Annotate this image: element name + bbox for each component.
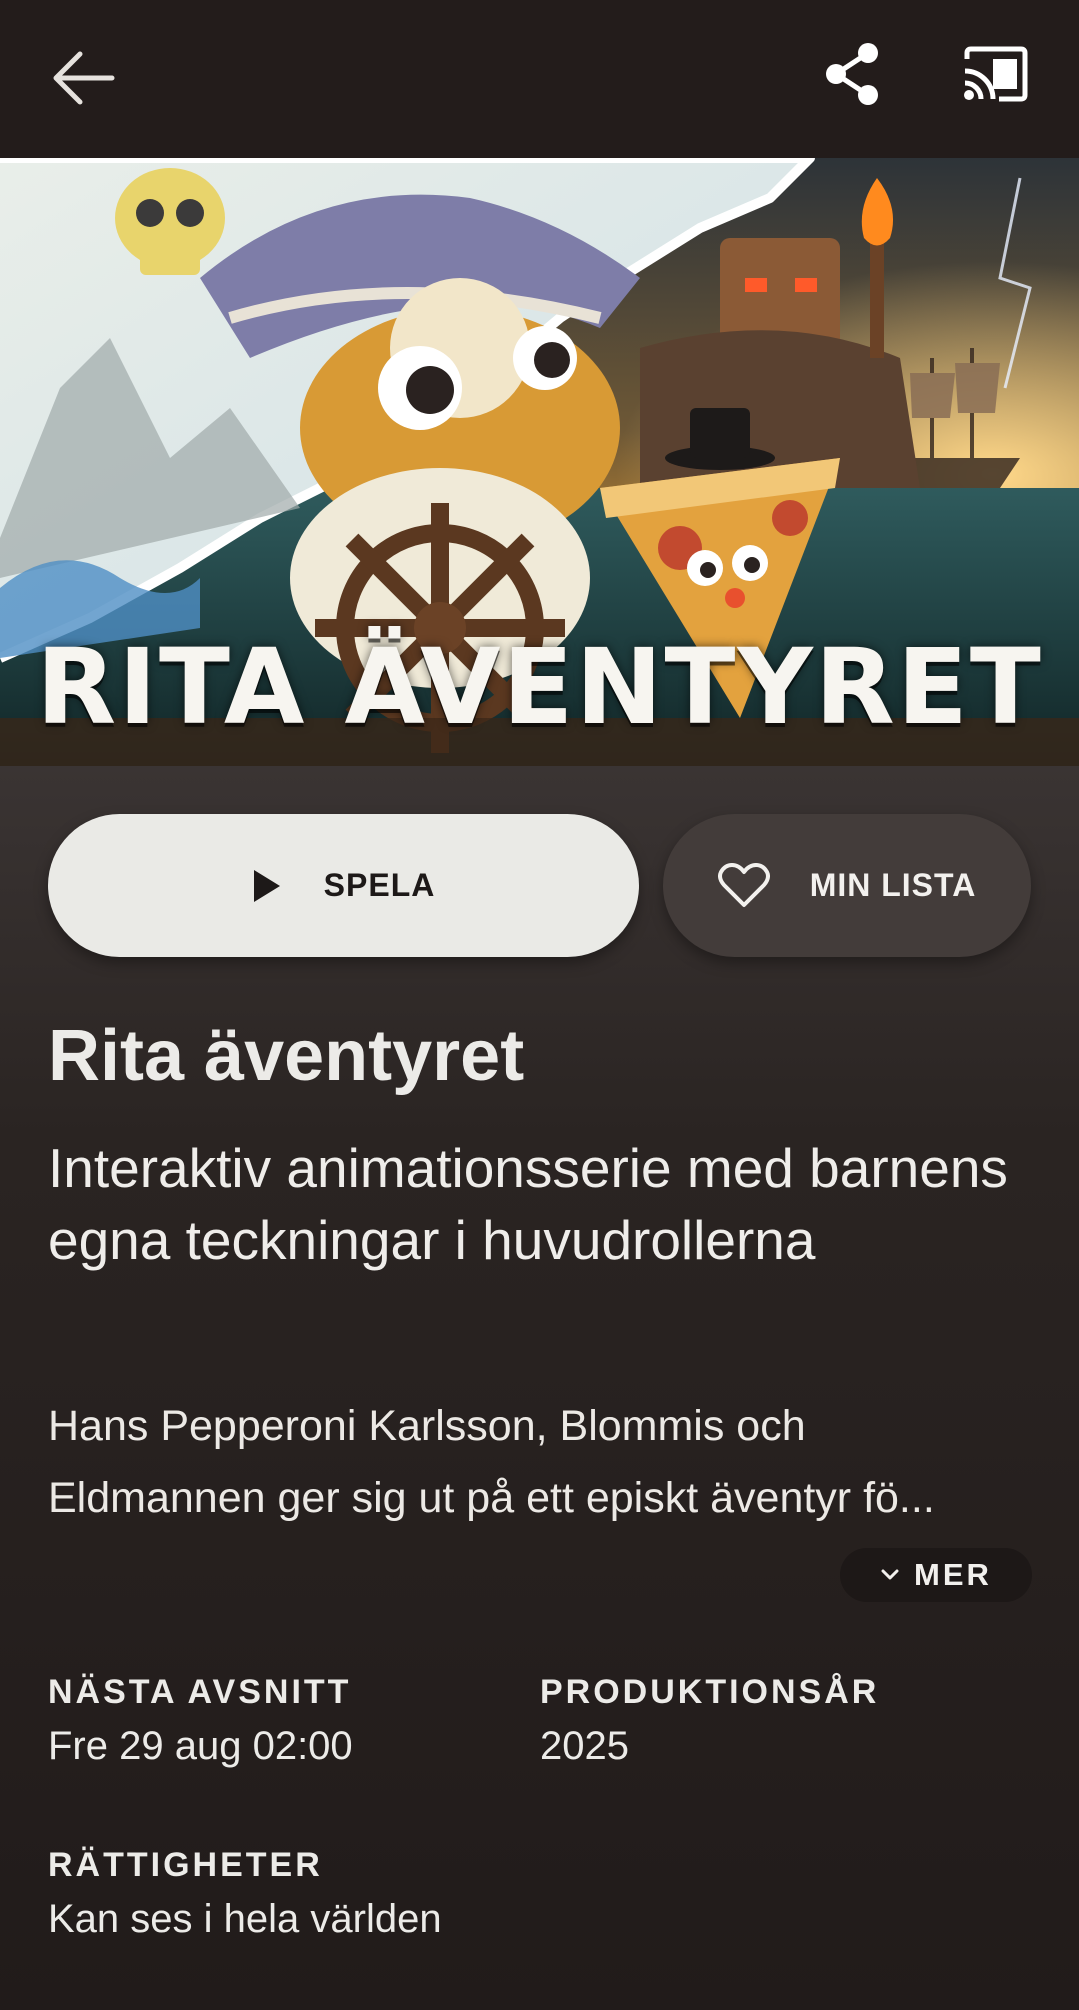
chevron-down-icon bbox=[881, 1569, 899, 1580]
rights-value: Kan ses i hela världen bbox=[48, 1897, 442, 1941]
share-icon bbox=[826, 43, 878, 105]
hero-image: RITA ÄVENTYRET bbox=[0, 158, 1079, 766]
show-tagline: Interaktiv animationsserie med barnens e… bbox=[48, 1137, 1008, 1271]
show-title: Rita äventyret bbox=[48, 1016, 525, 1096]
rights-label: RÄTTIGHETER bbox=[48, 1846, 323, 1884]
more-button-label: MER bbox=[914, 1557, 992, 1592]
arrow-left-icon bbox=[53, 51, 115, 105]
production-year-value: 2025 bbox=[540, 1724, 629, 1768]
next-episode-label: NÄSTA AVSNITT bbox=[48, 1673, 352, 1711]
my-list-button-label: MIN LISTA bbox=[809, 867, 977, 903]
play-icon bbox=[253, 869, 280, 902]
cast-button[interactable] bbox=[950, 30, 1042, 118]
play-button-label: SPELA bbox=[323, 867, 436, 903]
top-app-bar bbox=[0, 0, 1079, 158]
heart-icon bbox=[717, 862, 770, 907]
show-logo: RITA ÄVENTYRET bbox=[36, 626, 1043, 748]
show-description: Hans Pepperoni Karlsson, Blommis och Eld… bbox=[48, 1390, 1038, 1534]
play-button[interactable]: SPELA bbox=[48, 814, 639, 957]
description-line-2: Eldmannen ger sig ut på ett episkt ävent… bbox=[48, 1474, 935, 1522]
more-button[interactable]: MER bbox=[840, 1548, 1032, 1602]
back-button[interactable] bbox=[40, 34, 128, 122]
my-list-button[interactable]: MIN LISTA bbox=[663, 814, 1031, 957]
share-button[interactable] bbox=[808, 30, 896, 118]
description-line-1: Hans Pepperoni Karlsson, Blommis och bbox=[48, 1402, 806, 1450]
next-episode-value: Fre 29 aug 02:00 bbox=[48, 1724, 353, 1768]
production-year-label: PRODUKTIONSÅR bbox=[540, 1673, 880, 1711]
cast-icon bbox=[964, 46, 1028, 102]
